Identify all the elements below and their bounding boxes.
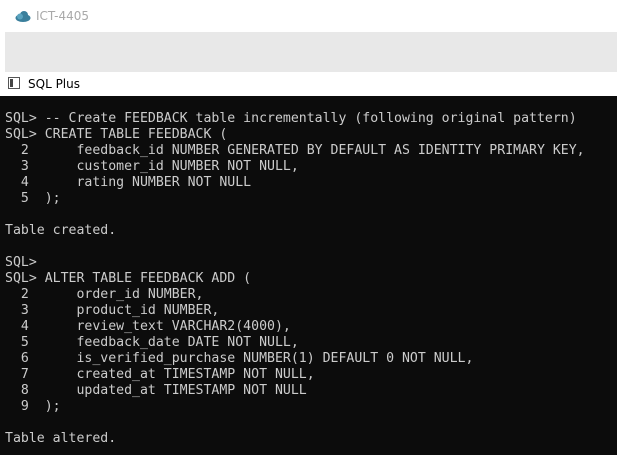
console-line: SQL> [5,255,37,270]
console-line: 8 updated_at TIMESTAMP NOT NULL [5,383,307,398]
window-titlebar: ICT-4405 [0,0,617,32]
console-line: Table altered. [5,431,117,446]
console-line: 2 feedback_id NUMBER GENERATED BY DEFAUL… [5,143,585,158]
console-line: 4 review_text VARCHAR2(4000), [5,319,291,334]
cloud-icon [15,11,31,22]
console-line: 6 is_verified_purchase NUMBER(1) DEFAULT… [5,351,474,366]
console-line: 3 customer_id NUMBER NOT NULL, [5,159,299,174]
toolbar-area [5,32,617,72]
console-line: SQL> -- Create FEEDBACK table incrementa… [5,111,577,126]
console-line: SQL> CREATE TABLE FEEDBACK ( [5,127,228,142]
sqlplus-console[interactable]: SQL> -- Create FEEDBACK table incrementa… [0,96,617,455]
console-line: 9 ); [5,399,61,414]
console-line: 3 product_id NUMBER, [5,303,220,318]
console-window-title: SQL Plus [28,77,80,91]
console-output: SQL> -- Create FEEDBACK table incrementa… [5,111,585,447]
console-line: 5 feedback_date DATE NOT NULL, [5,335,299,350]
console-line: 7 created_at TIMESTAMP NOT NULL, [5,367,315,382]
console-line: 2 order_id NUMBER, [5,287,204,302]
console-window-header [0,72,617,96]
console-line: 4 rating NUMBER NOT NULL [5,175,252,190]
console-line: 5 ); [5,191,61,206]
console-line: Table created. [5,223,117,238]
window-title: ICT-4405 [36,9,90,23]
console-window-icon [8,77,20,89]
console-line: SQL> ALTER TABLE FEEDBACK ADD ( [5,271,252,286]
